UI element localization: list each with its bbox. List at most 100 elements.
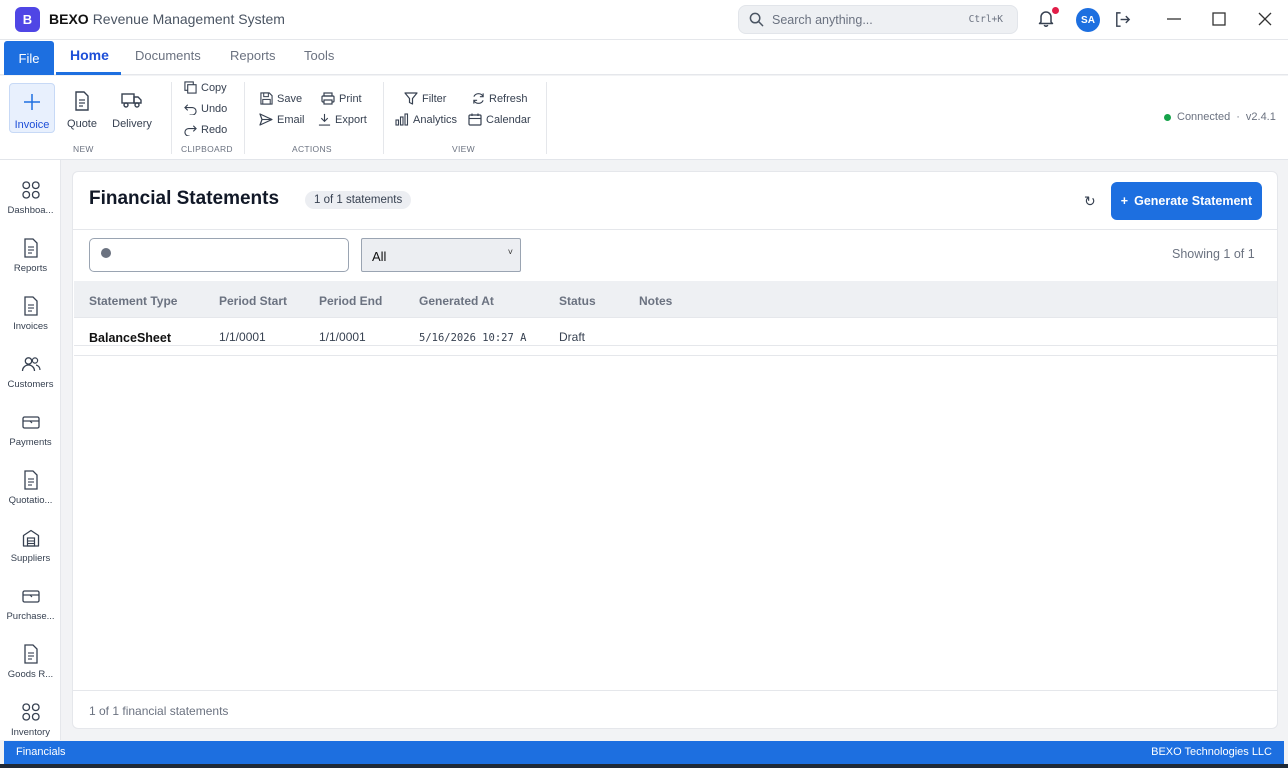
redo-label: Redo [201,123,228,136]
notifications-button[interactable] [1036,7,1059,28]
document-icon [0,238,61,260]
table-row[interactable]: BalanceSheet 1/1/0001 1/1/0001 5/16/2026… [74,319,1277,346]
user-avatar[interactable]: SA [1076,8,1100,32]
sidebar-item-invoices[interactable]: Invoices [0,296,61,350]
financial-statements-panel: Financial Statements 1 of 1 statements ↻… [72,171,1278,729]
save-icon [260,92,273,105]
sidebar-item-label: Customers [7,379,54,390]
connected-dot [1164,113,1171,121]
generate-statement-button[interactable]: + Generate Statement [1111,182,1262,220]
app-title: BEXO Revenue Management System [49,11,285,27]
column-header-status[interactable]: Status [559,294,596,308]
minimize-button[interactable] [1164,9,1184,29]
close-button[interactable] [1255,9,1275,29]
sidebar-item-dashboard[interactable]: Dashboa... [0,180,61,234]
table-bottom-border [74,355,1277,356]
filter-label: Filter [422,92,447,105]
column-header-statement-type[interactable]: Statement Type [89,294,177,308]
email-button[interactable]: Email [259,113,305,126]
table-header: Statement Type Period Start Period End G… [74,281,1277,318]
chevron-down-icon: ˅ [507,247,513,257]
analytics-button[interactable]: Analytics [395,113,457,126]
column-header-notes[interactable]: Notes [639,294,672,308]
new-invoice-label: Invoice [14,119,50,131]
showing-count: Showing 1 of 1 [1172,247,1255,261]
statement-search-field[interactable] [89,238,349,272]
tab-reports[interactable]: Reports [230,48,276,63]
wallet-icon [0,412,61,434]
ribbon-separator [383,82,384,154]
group-label-actions: ACTIONS [292,144,332,154]
sidebar-item-label: Goods R... [7,669,54,680]
analytics-label: Analytics [413,113,458,126]
refresh-button[interactable]: ↻ [1084,193,1096,210]
column-header-period-end[interactable]: Period End [319,294,382,308]
logout-button[interactable] [1113,10,1132,29]
redo-button[interactable]: Redo [184,123,227,136]
app-subtitle: Revenue Management System [92,11,285,27]
title-bar: B BEXO Revenue Management System Search a… [0,0,1288,40]
group-label-clipboard: CLIPBOARD [181,144,233,154]
sidebar-item-payments[interactable]: Payments [0,412,61,466]
table-footer-count: 1 of 1 financial statements [89,704,229,718]
filter-button[interactable]: Filter [404,92,446,105]
calendar-button[interactable]: Calendar [468,113,531,126]
sidebar-item-goods-received[interactable]: Goods R... [0,644,61,698]
new-delivery-button[interactable]: Delivery [108,83,156,133]
document-icon [0,470,61,492]
status-filter-select[interactable]: All ˅ [361,238,521,272]
file-menu-button[interactable]: File [4,41,54,75]
ribbon-separator [244,82,245,154]
save-button[interactable]: Save [260,92,302,105]
menu-bar: File Home Documents Reports Tools [0,40,1288,75]
copy-button[interactable]: Copy [184,81,227,94]
notification-badge [1052,7,1059,14]
active-tab-indicator [56,72,121,75]
sidebar-item-label: Invoices [13,321,48,332]
sidebar-item-purchases[interactable]: Purchase... [0,586,61,640]
document-icon [0,644,61,666]
bar-chart-icon [395,113,409,126]
export-button[interactable]: Export [318,113,367,126]
document-icon [59,91,105,113]
tab-documents[interactable]: Documents [135,48,201,63]
sidebar-item-customers[interactable]: Customers [0,354,61,408]
status-bar: Financials BEXO Technologies LLC [4,741,1284,764]
copy-icon [184,81,197,94]
generate-statement-label: Generate Statement [1134,194,1253,208]
sidebar-item-reports[interactable]: Reports [0,238,61,292]
redo-icon [184,123,197,136]
cell-status: Draft [559,330,586,344]
tab-home[interactable]: Home [70,47,109,63]
footer-divider [73,690,1277,691]
new-invoice-button[interactable]: Invoice [9,83,55,133]
brand-name: BEXO [49,11,89,27]
statement-count-badge: 1 of 1 statements [305,191,412,209]
sidebar-item-label: Purchase... [6,611,55,622]
cell-statement-type: BalanceSheet [89,331,171,345]
sidebar-item-suppliers[interactable]: Suppliers [0,528,61,582]
column-header-generated-at[interactable]: Generated At [419,294,494,308]
undo-icon [184,102,197,115]
plus-icon [10,92,54,114]
refresh-ribbon-button[interactable]: Refresh [472,92,528,105]
column-header-period-start[interactable]: Period Start [219,294,287,308]
tab-tools[interactable]: Tools [304,48,334,63]
global-search[interactable]: Search anything... Ctrl+K [738,5,1018,34]
download-icon [318,113,331,126]
undo-button[interactable]: Undo [184,102,227,115]
printer-icon [321,92,335,105]
truck-icon [108,91,156,113]
sidebar-item-quotations[interactable]: Quotatio... [0,470,61,524]
close-icon [1255,9,1275,29]
maximize-button[interactable] [1209,9,1229,29]
search-icon [749,12,764,27]
new-quote-button[interactable]: Quote [59,83,105,133]
print-button[interactable]: Print [321,92,362,105]
statement-search-input[interactable] [118,241,343,269]
warehouse-icon [0,528,61,550]
send-icon [259,113,273,126]
taskbar-strip [0,764,1288,768]
connection-separator: · [1236,111,1240,123]
email-label: Email [277,113,305,126]
